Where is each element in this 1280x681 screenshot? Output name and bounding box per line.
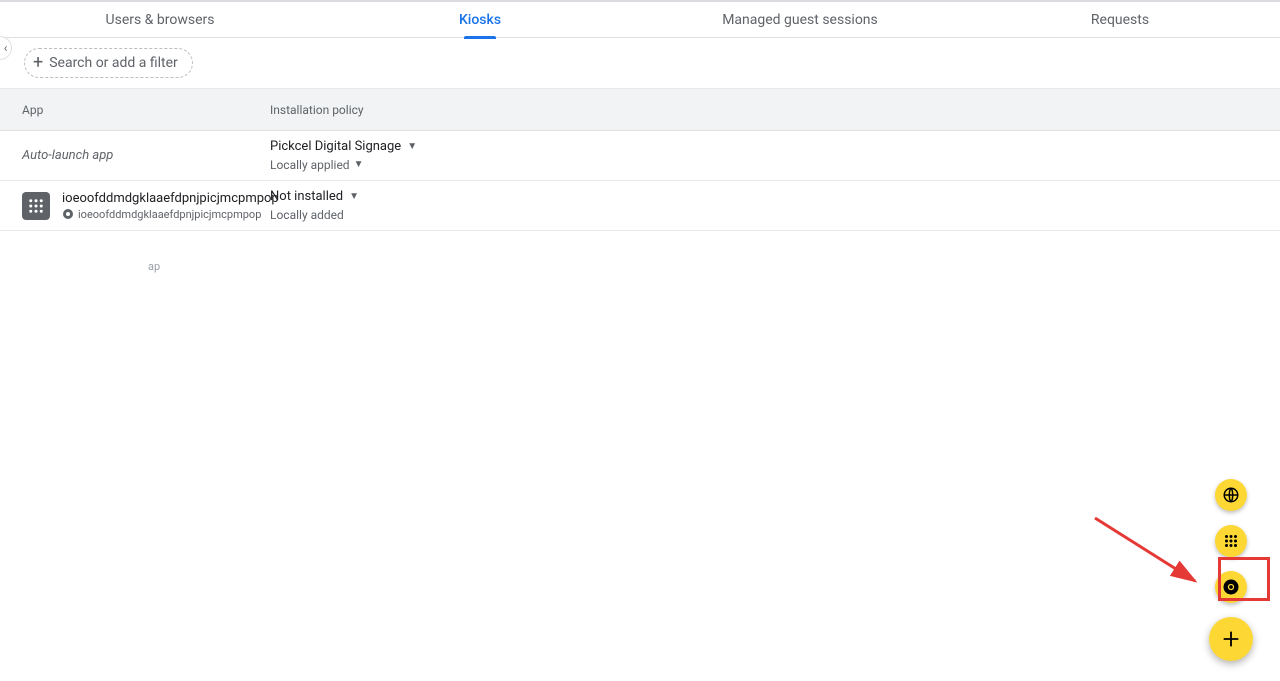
caret-down-icon: ▼ [349,191,359,202]
app-policy-sub: Locally added [270,208,344,222]
auto-launch-policy-sub-dropdown[interactable]: Locally applied ▼ [270,158,363,172]
column-header-policy[interactable]: Installation policy [270,103,1280,117]
grid-icon [1222,532,1240,550]
auto-launch-policy-dropdown[interactable]: Pickcel Digital Signage ▼ [270,139,417,154]
faint-text: ap [148,260,160,273]
fab-chrome-app[interactable] [1215,571,1247,603]
app-policy-value: Not installed [270,189,343,204]
auto-launch-policy-sub-value: Locally applied [270,158,350,172]
app-grid-icon [22,192,50,220]
plus-icon: + [33,54,43,72]
tabs-bar: Users & browsers Kiosks Managed guest se… [0,2,1280,38]
table-row[interactable]: ioeoofddmdgklaaefdpnjpicjmcpmpop ioeoofd… [0,181,1280,231]
fab-grid-app[interactable] [1215,525,1247,557]
filter-placeholder: Search or add a filter [49,55,178,71]
fab-add[interactable] [1209,617,1253,661]
tab-managed-guest-sessions[interactable]: Managed guest sessions [640,2,960,38]
app-name: ioeoofddmdgklaaefdpnjpicjmcpmpop [62,191,279,206]
annotation-arrow [1090,513,1210,593]
column-header-app[interactable]: App [0,103,270,117]
globe-icon [1222,486,1240,504]
tab-kiosks[interactable]: Kiosks [320,2,640,38]
chrome-icon [1222,578,1240,596]
tab-requests[interactable]: Requests [960,2,1280,38]
auto-launch-policy-value: Pickcel Digital Signage [270,139,401,154]
app-policy-dropdown[interactable]: Not installed ▼ [270,189,359,204]
chrome-icon [62,208,74,220]
filter-row: + Search or add a filter [0,38,1280,89]
search-filter-input[interactable]: + Search or add a filter [24,48,193,78]
table-row-auto-launch: Auto-launch app Pickcel Digital Signage … [0,131,1280,181]
caret-down-icon: ▼ [407,141,417,152]
caret-down-icon: ▼ [354,159,364,170]
app-id-sub: ioeoofddmdgklaaefdpnjpicjmcpmpop [78,208,261,221]
plus-icon [1220,628,1242,650]
table-header: App Installation policy [0,89,1280,131]
tab-users-browsers[interactable]: Users & browsers [0,2,320,38]
fab-column [1209,479,1253,661]
auto-launch-label: Auto-launch app [0,148,270,163]
fab-web-app[interactable] [1215,479,1247,511]
